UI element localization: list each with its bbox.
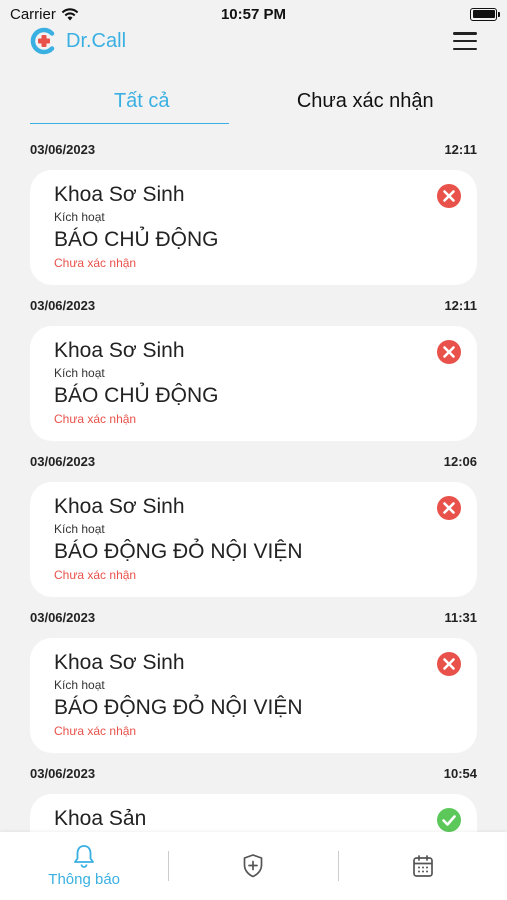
list-item: 03/06/2023 12:11 Khoa Sơ Sinh Kích hoạt … — [0, 132, 507, 288]
alert-type: BÁO ĐỘNG ĐỎ NỘI VIỆN — [54, 696, 303, 719]
department-name: Khoa Sơ Sinh — [54, 183, 185, 206]
list-item: 03/06/2023 12:11 Khoa Sơ Sinh Kích hoạt … — [0, 288, 507, 444]
notification-card[interactable]: Khoa Sơ Sinh Kích hoạt BÁO CHỦ ĐỘNG Chưa… — [30, 326, 477, 441]
calendar-icon — [412, 855, 433, 877]
list-item: 03/06/2023 11:31 Khoa Sơ Sinh Kích hoạt … — [0, 600, 507, 756]
alert-type: BÁO CHỦ ĐỘNG — [54, 384, 219, 407]
status-left: Carrier — [10, 6, 79, 23]
app-header: Dr.Call — [0, 24, 507, 58]
item-meta: 03/06/2023 11:31 — [30, 610, 477, 625]
list-item: 03/06/2023 10:54 Khoa Sản — [0, 756, 507, 832]
notification-card[interactable]: Khoa Sơ Sinh Kích hoạt BÁO ĐỘNG ĐỎ NỘI V… — [30, 638, 477, 753]
item-meta: 03/06/2023 12:06 — [30, 454, 477, 469]
item-time: 12:11 — [444, 298, 477, 313]
item-date: 03/06/2023 — [30, 766, 96, 781]
department-name: Khoa Sơ Sinh — [54, 651, 185, 674]
shield-plus-icon — [244, 854, 263, 878]
confirmation-status: Chưa xác nhận — [54, 256, 137, 270]
alert-type: BÁO CHỦ ĐỘNG — [54, 228, 219, 251]
error-icon — [437, 184, 461, 208]
confirmation-status: Chưa xác nhận — [54, 568, 137, 582]
alert-type: BÁO ĐỘNG ĐỎ NỘI VIỆN — [54, 540, 303, 563]
confirmation-status: Chưa xác nhận — [54, 724, 137, 738]
tab-all[interactable]: Tất cả — [30, 82, 254, 126]
item-time: 12:06 — [443, 454, 477, 469]
item-meta: 03/06/2023 12:11 — [30, 298, 477, 313]
department-name: Khoa Sản — [54, 807, 147, 830]
list-item: 03/06/2023 12:06 Khoa Sơ Sinh Kích hoạt … — [0, 444, 507, 600]
department-name: Khoa Sơ Sinh — [54, 339, 185, 362]
item-date: 03/06/2023 — [30, 454, 96, 469]
item-date: 03/06/2023 — [30, 142, 96, 157]
notification-card[interactable]: Khoa Sơ Sinh Kích hoạt BÁO ĐỘNG ĐỎ NỘI V… — [30, 482, 477, 597]
hamburger-menu-icon[interactable] — [453, 32, 477, 50]
item-time: 10:54 — [443, 766, 477, 781]
notification-list[interactable]: 03/06/2023 12:11 Khoa Sơ Sinh Kích hoạt … — [0, 132, 507, 832]
action-label: Kích hoạt — [54, 366, 105, 380]
medical-cross-logo-icon — [30, 27, 55, 55]
tabbar-calendar[interactable] — [339, 832, 507, 900]
app-logo: Dr.Call — [30, 27, 126, 55]
item-date: 03/06/2023 — [30, 610, 96, 625]
filter-tabs: Tất cả Chưa xác nhận — [30, 82, 477, 126]
department-name: Khoa Sơ Sinh — [54, 495, 185, 518]
notification-card[interactable]: Khoa Sơ Sinh Kích hoạt BÁO CHỦ ĐỘNG Chưa… — [30, 170, 477, 285]
item-meta: 03/06/2023 12:11 — [30, 142, 477, 157]
notification-card[interactable]: Khoa Sản — [30, 794, 477, 832]
error-icon — [437, 496, 461, 520]
tabbar-notifications[interactable]: Thông báo — [0, 832, 168, 900]
bell-icon — [74, 845, 95, 868]
item-time: 11:31 — [444, 610, 477, 625]
error-icon — [437, 652, 461, 676]
bottom-tab-bar: Thông báo — [0, 832, 507, 900]
action-label: Kích hoạt — [54, 522, 105, 536]
confirmation-status: Chưa xác nhận — [54, 412, 137, 426]
carrier-label: Carrier — [10, 5, 56, 23]
error-icon — [437, 340, 461, 364]
check-icon — [437, 808, 461, 832]
tabbar-shield[interactable] — [169, 832, 337, 900]
item-date: 03/06/2023 — [30, 298, 96, 313]
app-name: Dr.Call — [66, 29, 127, 52]
item-meta: 03/06/2023 10:54 — [30, 766, 477, 781]
tabbar-label: Thông báo — [48, 871, 121, 888]
wifi-icon — [61, 7, 79, 20]
item-time: 12:11 — [444, 142, 477, 157]
battery-icon — [470, 7, 500, 21]
action-label: Kích hoạt — [54, 210, 105, 224]
tab-unconfirmed[interactable]: Chưa xác nhận — [254, 82, 478, 126]
action-label: Kích hoạt — [54, 678, 105, 692]
